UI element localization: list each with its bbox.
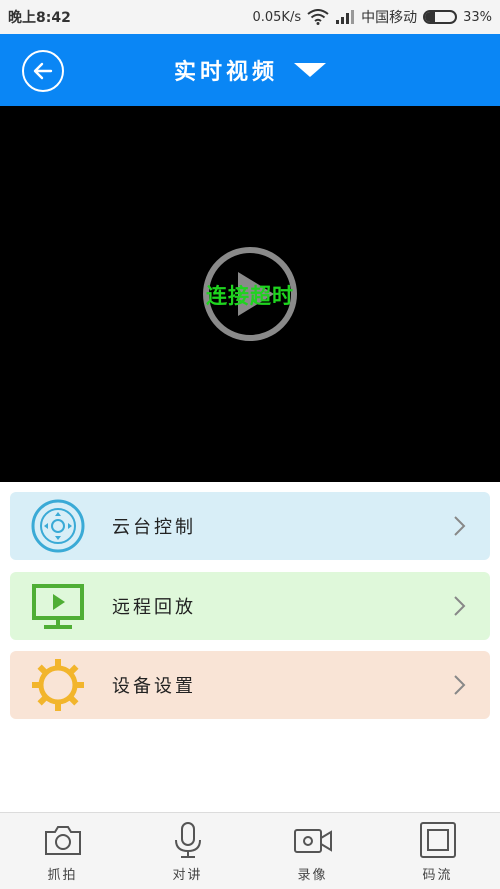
status-time: 晚上8:42 xyxy=(8,10,71,26)
title-dropdown[interactable]: 实时视频 xyxy=(174,54,326,86)
back-button[interactable] xyxy=(22,50,64,92)
monitor-play-icon xyxy=(28,576,88,636)
page-title: 实时视频 xyxy=(173,60,278,85)
tab-label: 抓拍 xyxy=(47,867,78,883)
stream-icon xyxy=(419,821,456,858)
tab-label: 码流 xyxy=(422,867,453,883)
status-bar: 晚上8:42 0.05K/s 中国移动 33% xyxy=(0,0,500,34)
chevron-right-icon xyxy=(454,675,466,695)
wifi-icon xyxy=(307,9,329,25)
ptz-control-icon xyxy=(28,496,88,556)
tab-intercom[interactable]: 对讲 xyxy=(148,820,228,883)
signal-icon xyxy=(336,10,355,24)
status-right: 0.05K/s 中国移动 33% xyxy=(252,7,492,27)
network-speed: 0.05K/s xyxy=(252,9,302,25)
battery-icon xyxy=(423,10,458,24)
camera-icon xyxy=(44,825,81,855)
tab-stream[interactable]: 码流 xyxy=(398,820,478,883)
gear-icon xyxy=(28,655,88,715)
menu-item-label: 云台控制 xyxy=(112,517,196,538)
carrier-name: 中国移动 xyxy=(361,10,418,26)
dropdown-triangle-icon xyxy=(294,63,326,77)
tab-label: 录像 xyxy=(297,867,328,883)
video-record-icon xyxy=(293,828,332,853)
tab-label: 对讲 xyxy=(172,867,203,883)
app-header: 实时视频 xyxy=(0,34,500,106)
menu-item-label: 设备设置 xyxy=(112,676,196,697)
chevron-right-icon xyxy=(454,596,466,616)
microphone-icon xyxy=(174,821,201,858)
tab-record[interactable]: 录像 xyxy=(273,820,353,883)
connection-status: 连接超时 xyxy=(206,284,294,308)
bottom-toolbar: 抓拍 对讲 录像 码流 xyxy=(0,812,500,889)
back-arrow-icon xyxy=(33,62,53,80)
tab-snapshot[interactable]: 抓拍 xyxy=(23,820,103,883)
chevron-right-icon xyxy=(454,516,466,536)
menu-item-device-settings[interactable]: 设备设置 xyxy=(10,651,490,719)
menu-item-ptz-control[interactable]: 云台控制 xyxy=(10,492,490,560)
menu-item-remote-playback[interactable]: 远程回放 xyxy=(10,572,490,640)
battery-percent: 33% xyxy=(463,9,492,25)
menu-item-label: 远程回放 xyxy=(112,597,196,618)
